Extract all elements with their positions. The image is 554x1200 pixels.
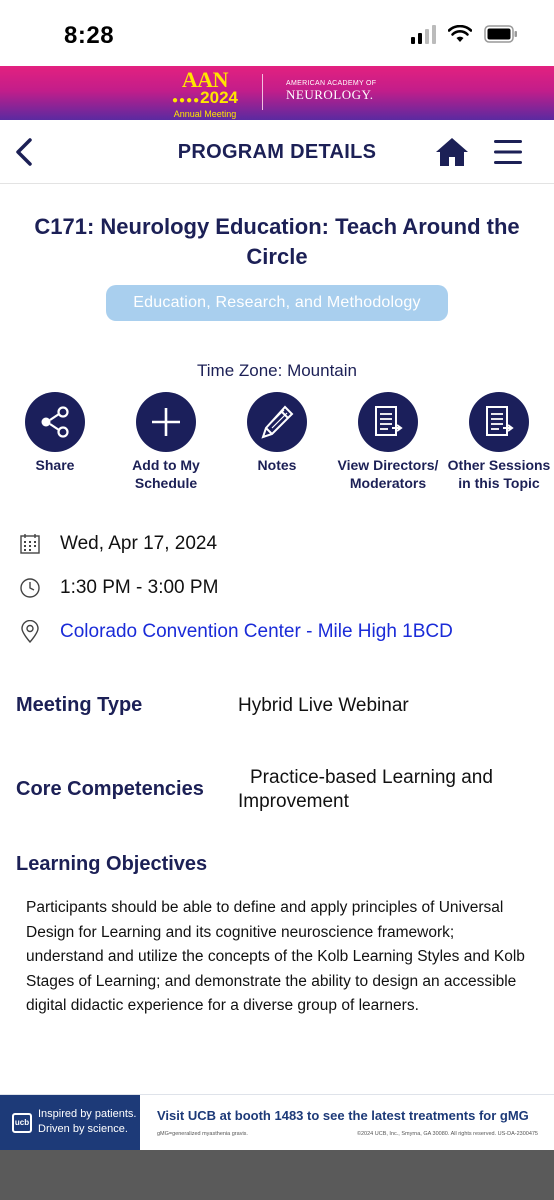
sponsor-ad-banner[interactable]: ucb Inspired by patients. Driven by scie… <box>0 1094 554 1151</box>
status-time: 8:28 <box>64 22 115 49</box>
ucb-logo: ucb <box>12 1113 32 1133</box>
learning-objectives-text: Participants should be able to define an… <box>26 899 525 1014</box>
add-to-schedule-button[interactable]: Add to My Schedule <box>111 392 221 492</box>
notes-button[interactable]: Notes <box>222 392 332 475</box>
view-directors-circle[interactable] <box>358 392 418 452</box>
logo-sub-text: Annual Meeting <box>173 109 237 119</box>
ad-footnote: gMG=generalized myasthenia gravis. <box>157 1131 248 1137</box>
topic-badge[interactable]: Education, Research, and Methodology <box>106 285 448 321</box>
session-date-row: Wed, Apr 17, 2024 <box>18 532 217 556</box>
event-banner: AAN ●●●●2024 Annual Meeting AMERICAN ACA… <box>0 66 554 120</box>
share-button-circle[interactable] <box>25 392 85 452</box>
other-sessions-label: Other Sessions in this Topic <box>447 457 551 491</box>
ad-legal: ©2024 UCB, Inc., Smyrna, GA 30080. All r… <box>356 1131 538 1137</box>
share-label: Share <box>35 457 75 473</box>
plus-icon <box>152 408 180 436</box>
academy-logo: AMERICAN ACADEMY OF NEUROLOGY. <box>286 80 376 103</box>
session-time-row: 1:30 PM - 3:00 PM <box>18 576 218 600</box>
view-directors-button[interactable]: View Directors/ Moderators <box>333 392 443 492</box>
home-icon[interactable] <box>434 136 470 168</box>
view-directors-label: View Directors/ Moderators <box>337 457 439 491</box>
location-pin-icon <box>18 620 42 644</box>
academy-logo-top: AMERICAN ACADEMY OF <box>286 80 377 87</box>
status-bar: 8:28 <box>0 0 554 66</box>
battery-icon <box>484 25 517 43</box>
meeting-type-value: Hybrid Live Webinar <box>238 695 409 716</box>
ad-brand-line1: Inspired by patients. <box>38 1108 137 1120</box>
academy-logo-main: NEUROLOGY. <box>286 87 374 102</box>
hamburger-menu-icon[interactable] <box>492 136 524 168</box>
add-to-schedule-label: Add to My Schedule <box>132 457 200 491</box>
core-competencies-label: Core Competencies <box>16 778 204 800</box>
session-date: Wed, Apr 17, 2024 <box>60 533 218 554</box>
logo-year-row: ●●●●2024 <box>172 88 238 107</box>
other-sessions-button[interactable]: Other Sessions in this Topic <box>444 392 554 492</box>
aan-2024-logo: AAN ●●●●2024 Annual Meeting <box>172 67 238 120</box>
learning-objectives-label: Learning Objectives <box>16 853 208 875</box>
notes-button-circle[interactable] <box>247 392 307 452</box>
calendar-icon <box>18 532 42 556</box>
home-indicator-bar <box>0 1150 554 1200</box>
document-arrow-icon <box>375 406 403 436</box>
clock-icon <box>18 576 42 600</box>
share-icon <box>41 406 69 438</box>
other-sessions-circle[interactable] <box>469 392 529 452</box>
banner-divider <box>262 74 263 110</box>
pencil-icon <box>261 405 294 439</box>
core-competencies-value: Practice-based Learning and Improvement <box>238 767 493 812</box>
logo-aan-text: AAN <box>181 67 229 92</box>
ucb-brand-block: ucb Inspired by patients. Driven by scie… <box>0 1095 140 1151</box>
ad-headline: Visit UCB at booth 1483 to see the lates… <box>157 1108 529 1123</box>
status-icons <box>411 24 518 44</box>
nav-bar: PROGRAM DETAILS <box>0 120 554 184</box>
logo-year-text: 2024 <box>200 88 238 107</box>
document-arrow-icon <box>486 406 514 436</box>
meeting-type-label: Meeting Type <box>16 694 143 716</box>
session-time: 1:30 PM - 3:00 PM <box>60 577 219 598</box>
time-zone-label: Time Zone: Mountain <box>197 361 357 380</box>
ad-brand-line2: Driven by science. <box>38 1123 128 1135</box>
session-location-link[interactable]: Colorado Convention Center - Mile High 1… <box>60 621 453 643</box>
share-button[interactable]: Share <box>0 392 110 475</box>
wifi-icon <box>448 25 472 42</box>
cellular-signal-icon <box>411 24 436 44</box>
notes-label: Notes <box>257 457 297 473</box>
session-location-row[interactable]: Colorado Convention Center - Mile High 1… <box>18 620 453 644</box>
session-title: C171: Neurology Education: Teach Around … <box>34 214 520 269</box>
page-title: PROGRAM DETAILS <box>177 141 377 163</box>
add-to-schedule-circle[interactable] <box>136 392 196 452</box>
